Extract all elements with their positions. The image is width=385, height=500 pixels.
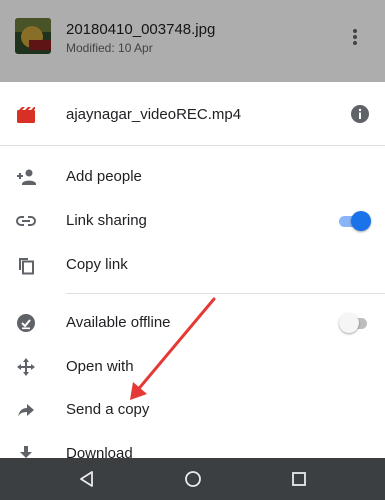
video-file-icon xyxy=(16,106,36,126)
recents-icon[interactable] xyxy=(289,469,309,489)
divider xyxy=(0,145,385,146)
menu-item-label: Link sharing xyxy=(66,212,147,229)
share-arrow-icon xyxy=(16,400,36,420)
menu-item-label: Add people xyxy=(66,168,142,185)
back-icon[interactable] xyxy=(77,469,97,489)
link-sharing-toggle[interactable] xyxy=(339,211,371,231)
menu-item-send-copy[interactable]: Send a copy xyxy=(0,388,385,432)
divider xyxy=(66,293,385,294)
link-icon xyxy=(16,211,36,231)
menu-item-link-sharing[interactable]: Link sharing xyxy=(0,199,385,243)
info-icon[interactable] xyxy=(350,104,370,124)
add-person-icon xyxy=(16,167,36,187)
menu-item-available-offline[interactable]: Available offline xyxy=(0,301,385,345)
background-file-list: 20180410_003748.jpg Modified: 10 Apr xyxy=(0,0,385,82)
menu-item-label: Copy link xyxy=(66,256,128,273)
file-actions-sheet: ajaynagar_videoREC.mp4 Add people Link s… xyxy=(0,82,385,462)
menu-item-label: Send a copy xyxy=(66,401,150,418)
move-arrows-icon xyxy=(16,357,36,377)
menu-item-label: Open with xyxy=(66,358,134,375)
home-icon[interactable] xyxy=(183,469,203,489)
offline-toggle[interactable] xyxy=(339,313,369,333)
system-navigation-bar xyxy=(0,458,385,500)
offline-check-icon xyxy=(16,313,36,333)
menu-item-label: Available offline xyxy=(66,314,171,331)
file-name: ajaynagar_videoREC.mp4 xyxy=(66,106,242,123)
dim-scrim[interactable] xyxy=(0,0,385,82)
file-header: ajaynagar_videoREC.mp4 xyxy=(0,94,385,134)
menu-item-open-with[interactable]: Open with xyxy=(0,345,385,389)
copy-icon xyxy=(16,255,36,275)
menu-item-add-people[interactable]: Add people xyxy=(0,155,385,199)
menu-item-copy-link[interactable]: Copy link xyxy=(0,243,385,287)
